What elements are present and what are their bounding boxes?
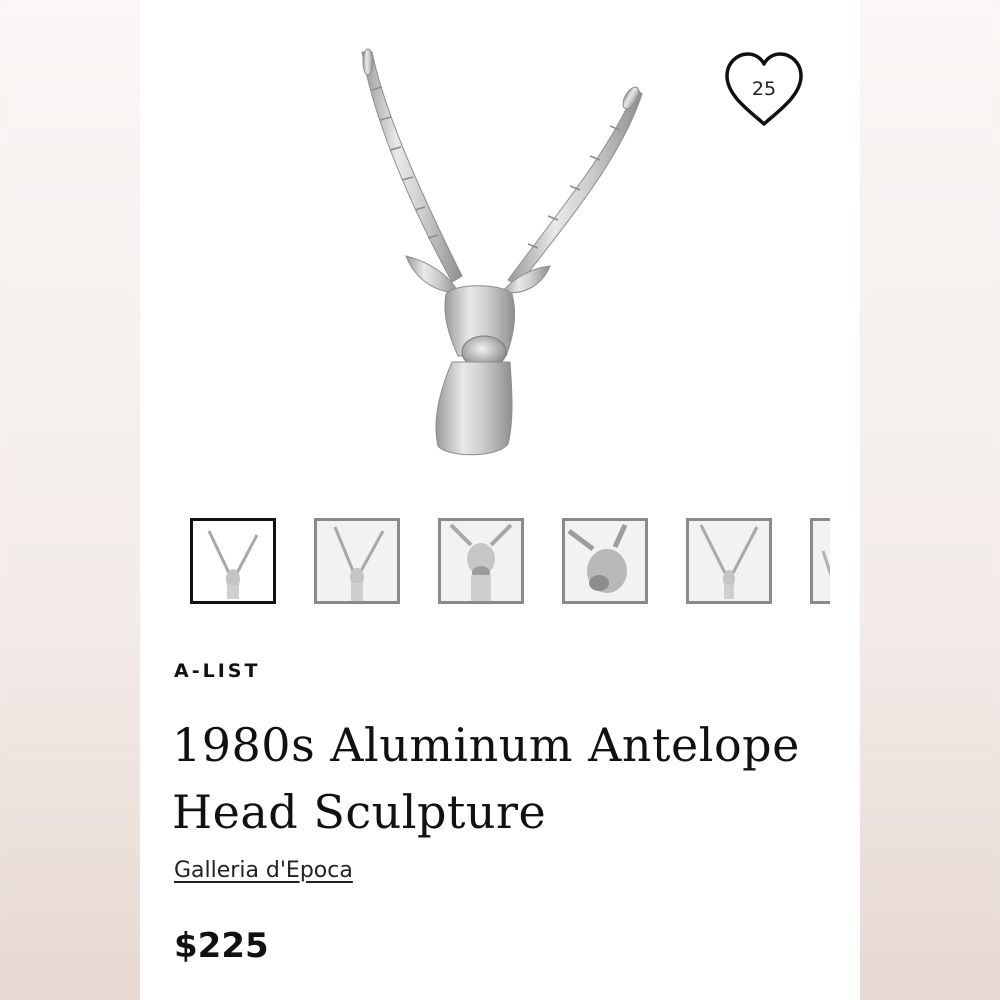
thumbnail-4[interactable]	[562, 518, 648, 604]
antelope-head-closeup-thumbnail	[449, 523, 513, 601]
favorite-count: 25	[751, 78, 777, 100]
seller-link[interactable]: Galleria d'Epoca	[174, 858, 353, 883]
thumbnail-1[interactable]	[190, 518, 276, 604]
product-title-line-1: 1980s Aluminum Antelope	[172, 718, 800, 772]
product-tag: A-LIST	[174, 660, 261, 682]
favorite-button[interactable]: 25	[723, 50, 805, 130]
thumbnail-5[interactable]	[686, 518, 772, 604]
antelope-partial-thumbnail	[821, 550, 830, 577]
antelope-full-thumbnail	[207, 530, 259, 599]
antelope-full-thumbnail	[699, 524, 759, 599]
antelope-full-thumbnail	[333, 526, 385, 601]
product-title-line-2: Head Sculpture	[172, 785, 547, 839]
product-price: $225	[174, 926, 269, 966]
product-title: 1980s Aluminum Antelope Head Sculpture	[172, 712, 832, 846]
background-blur-right	[860, 0, 1000, 1000]
thumbnail-6[interactable]	[810, 518, 830, 604]
thumbnail-2[interactable]	[314, 518, 400, 604]
background-blur-left	[0, 0, 140, 1000]
antelope-angle-thumbnail	[567, 523, 628, 593]
thumbnail-3[interactable]	[438, 518, 524, 604]
product-card: 25 A-LIST 1980s Aluminum Antelope Head S…	[140, 0, 860, 1000]
thumbnail-strip	[190, 518, 830, 610]
main-product-image[interactable]: 25	[140, 0, 860, 490]
